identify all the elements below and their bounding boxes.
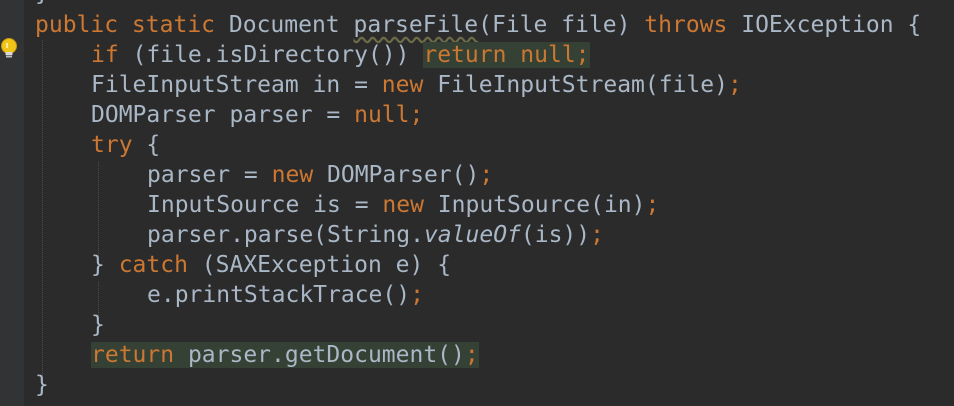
code-line-7: InputSource is = new InputSource(in); (147, 190, 659, 220)
code-token: FileInputStream in = (91, 72, 382, 98)
code-line-1: public static Document parseFile(File fi… (35, 10, 921, 40)
code-token: (file.isDirectory()) (132, 42, 424, 68)
code-token: parser = (147, 162, 272, 188)
indent-guide-method (42, 40, 43, 375)
code-line-12: return parser.getDocument(); (91, 340, 479, 370)
code-token: new (381, 72, 438, 98)
code-token: new (271, 162, 328, 188)
code-token: try (91, 132, 147, 158)
code-editor[interactable]: } public static Document parseFile(File … (0, 0, 954, 406)
code-token: parser.getDocument() (187, 342, 465, 368)
code-token: { (146, 132, 161, 158)
code-line-9: } catch (SAXException e) { (91, 250, 451, 280)
code-token: (is)) (520, 222, 591, 248)
code-token: ; (645, 192, 660, 218)
indent-guide-try (98, 162, 99, 257)
code-token: new (382, 192, 438, 218)
code-token: parser.parse(String. (147, 222, 424, 248)
code-line-4: DOMParser parser = null; (91, 100, 423, 130)
lightbulb-icon[interactable] (0, 37, 18, 61)
code-token: (SAXException e) { (201, 252, 452, 278)
code-token: DOMParser() (327, 162, 480, 188)
code-token: valueOf (423, 222, 521, 248)
code-token: null; (354, 102, 424, 128)
code-line-8: parser.parse(String.valueOf(is)); (147, 220, 604, 250)
code-line-2: if (file.isDirectory()) return null; (91, 40, 590, 70)
code-token: ; (590, 222, 604, 248)
code-token: parseFile (353, 12, 479, 38)
code-token: catch (118, 252, 202, 278)
code-token: (File file) (478, 12, 645, 38)
code-token: public static (35, 12, 229, 38)
code-token: ; (410, 282, 424, 308)
code-token: return (91, 342, 188, 368)
code-token: if (91, 42, 133, 68)
code-token: IOException { (741, 12, 922, 38)
code-line-6: parser = new DOMParser(); (147, 160, 493, 190)
code-token: Document (228, 12, 354, 38)
code-token: ; (464, 342, 479, 368)
code-token: } (91, 252, 119, 278)
code-line-3: FileInputStream in = new FileInputStream… (91, 70, 742, 100)
code-line-5: try { (91, 130, 160, 160)
code-token: ; (727, 72, 742, 98)
code-token: } (91, 312, 105, 338)
code-token: DOMParser parser = (91, 102, 355, 128)
code-token: return null; (423, 42, 590, 68)
code-token: ; (479, 162, 494, 188)
code-token: InputSource is = (147, 192, 383, 218)
code-token: FileInputStream(file) (437, 72, 728, 98)
code-line-11: } (91, 310, 105, 340)
code-token: e.printStackTrace() (147, 282, 411, 308)
code-line-10: e.printStackTrace(); (147, 280, 424, 310)
code-token: } (35, 372, 49, 398)
code-token: throws (644, 12, 742, 38)
code-token: InputSource(in) (437, 192, 646, 218)
code-line-13: } (35, 370, 49, 400)
previous-block-brace: } (35, 0, 49, 8)
